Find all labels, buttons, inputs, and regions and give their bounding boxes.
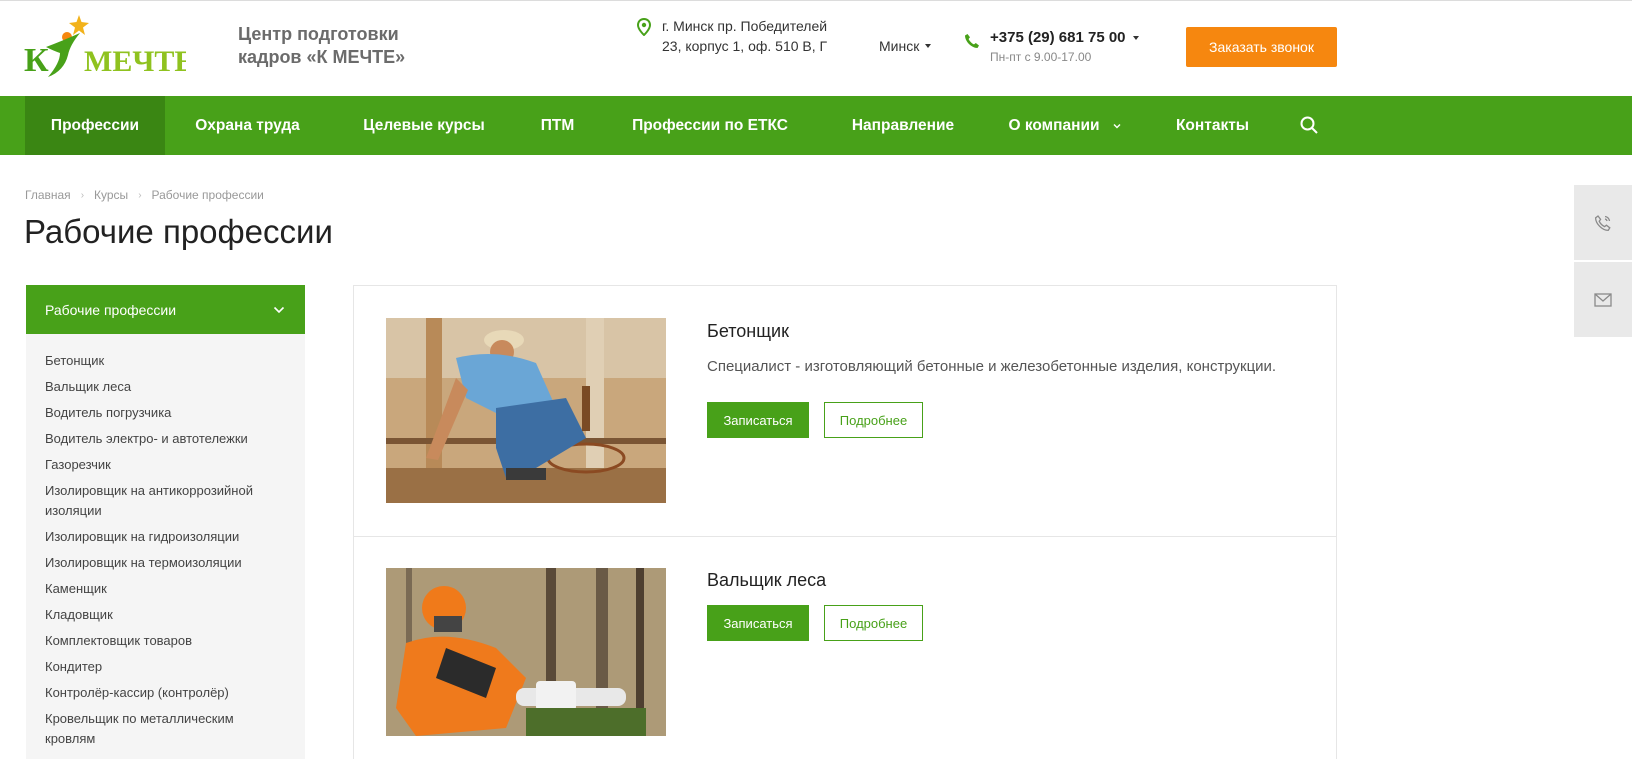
svg-text:К: К [24,42,49,79]
nav-label: О компании [1008,116,1100,134]
floating-contact-panel [1574,185,1632,339]
sidebar-item[interactable]: Кондитер [45,657,275,677]
course-image-concrete-worker[interactable] [386,318,666,503]
enroll-button[interactable]: Записаться [707,605,809,641]
map-pin-icon [636,17,652,37]
sidebar-item[interactable]: Газорезчик [45,455,275,475]
site-logo[interactable]: К МЕЧТЕ [24,15,186,81]
chevron-down-icon [1113,123,1121,128]
chevron-right-icon: › [138,189,142,201]
course-list: Бетонщик Специалист - изготовляющий бето… [353,285,1337,759]
sidebar-item[interactable]: Вальщик леса [45,377,275,397]
working-hours: Пн-пт с 9.00-17.00 [990,50,1092,64]
phone-icon [964,33,980,49]
course-card: Вальщик леса Записаться Подробнее [354,537,1336,759]
sidebar-item[interactable]: Изолировщик на гидроизоляции [45,527,275,547]
sidebar-item[interactable]: Комплектовщик товаров [45,631,275,651]
sidebar-item[interactable]: Изолировщик на антикоррозийной изоляции [45,481,275,521]
svg-text:МЕЧТЕ: МЕЧТЕ [84,45,186,78]
nav-label: Профессии по ЕТКС [632,116,788,134]
address-text: г. Минск пр. Победителей 23, корпус 1, о… [662,18,828,54]
order-call-button[interactable]: Заказать звонок [1186,27,1337,67]
course-title[interactable]: Вальщик леса [707,570,826,591]
sidebar: Рабочие профессии Бетонщик Вальщик леса … [26,285,305,759]
organization-name: Центр подготовки кадров «К МЕЧТЕ» [238,24,406,67]
nav-label: Контакты [1175,116,1250,134]
phone-number-text: +375 (29) 681 75 00 [990,29,1126,46]
sidebar-item[interactable]: Изолировщик на термоизоляции [45,553,275,573]
more-button[interactable]: Подробнее [824,402,923,438]
nav-label: Целевые курсы [363,116,485,134]
sidebar-item[interactable]: Кровельщик по металлическим кровлям [45,709,275,749]
course-title[interactable]: Бетонщик [707,321,789,342]
caret-down-icon [925,44,932,48]
chevron-down-icon [273,306,285,313]
sidebar-item[interactable]: Кладовщик [45,605,275,625]
breadcrumb-courses[interactable]: Курсы [94,188,128,202]
course-card: Бетонщик Специалист - изготовляющий бето… [354,286,1336,537]
nav-item-contacts[interactable]: Контакты [1160,96,1265,155]
nav-label: Профессии [50,116,140,134]
nav-item-about[interactable]: О компании [1000,96,1130,155]
nav-item-target-courses[interactable]: Целевые курсы [350,96,498,155]
sidebar-item[interactable]: Бетонщик [45,351,275,371]
search-icon[interactable] [1299,115,1319,135]
sidebar-item[interactable]: Водитель погрузчика [45,403,275,423]
page-title: Рабочие профессии [24,213,333,250]
sidebar-section-toggle[interactable]: Рабочие профессии [26,285,305,334]
nav-label: ПТМ [540,116,575,134]
nav-label: Охрана труда [195,116,300,134]
float-call-button[interactable] [1574,185,1632,260]
breadcrumb: Главная › Курсы › Рабочие профессии [25,188,264,202]
enroll-button[interactable]: Записаться [707,402,809,438]
sidebar-list: Бетонщик Вальщик леса Водитель погрузчик… [26,334,305,749]
city-selector[interactable]: Минск [879,38,932,54]
mail-icon [1594,292,1612,307]
nav-item-direction[interactable]: Направление [840,96,966,155]
sidebar-item[interactable]: Каменщик [45,579,275,599]
chevron-right-icon: › [80,189,85,201]
nav-item-professions[interactable]: Профессии [25,96,165,155]
sidebar-item[interactable]: Контролёр-кассир (контролёр) [45,683,275,703]
float-mail-button[interactable] [1574,262,1632,337]
nav-item-labor-protection[interactable]: Охрана труда [180,96,315,155]
more-button[interactable]: Подробнее [824,605,923,641]
phone-ring-icon [1594,214,1611,231]
nav-item-etks[interactable]: Профессии по ЕТКС [620,96,800,155]
phone-number[interactable]: +375 (29) 681 75 00 [990,29,1139,46]
caret-down-icon [1132,35,1139,40]
breadcrumb-home[interactable]: Главная [25,188,71,202]
site-header: К МЕЧТЕ Центр подготовки кадров «К МЕЧТЕ… [0,0,1632,96]
course-image-lumberjack[interactable] [386,568,666,736]
main-nav: Профессии Охрана труда Целевые курсы ПТМ… [0,96,1632,155]
breadcrumb-current: Рабочие профессии [151,188,264,202]
nav-label: Направление [851,116,955,134]
course-description: Специалист - изготовляющий бетонные и же… [707,358,1277,375]
sidebar-header-label: Рабочие профессии [45,301,177,318]
nav-item-ptm[interactable]: ПТМ [525,96,590,155]
sidebar-item[interactable]: Водитель электро- и автотележки [45,429,275,449]
city-label: Минск [879,38,920,54]
